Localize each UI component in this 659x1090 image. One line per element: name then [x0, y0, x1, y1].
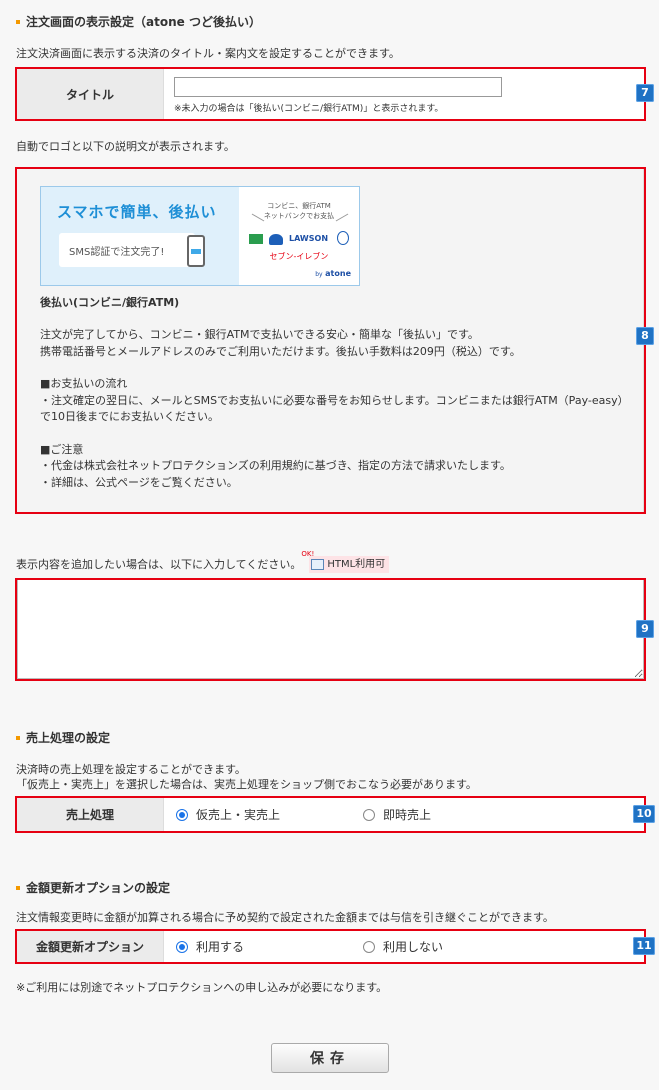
- highlight-box-11: [15, 929, 646, 964]
- extra-desc-text: 表示内容を追加したい場合は、以下に入力してください。: [16, 558, 302, 571]
- bullet-square-icon: [16, 885, 20, 890]
- section-title-text: 金額更新オプションの設定: [26, 881, 171, 895]
- extra-content-description: 表示内容を追加したい場合は、以下に入力してください。 OK! HTML利用可: [16, 550, 390, 573]
- bullet-square-icon: [16, 735, 20, 740]
- step-badge-11: 11: [633, 937, 655, 955]
- section-description: 注文決済画面に表示する決済のタイトル・案内文を設定することができます。: [16, 47, 400, 60]
- step-badge-8: 8: [636, 327, 654, 345]
- step-badge-7: 7: [636, 84, 654, 102]
- highlight-box-9: [15, 578, 646, 681]
- step-badge-10: 10: [633, 805, 655, 823]
- section-title-sales: 売上処理の設定: [16, 729, 110, 746]
- section-title-text: 売上処理の設定: [26, 731, 111, 745]
- section-title-amount-update: 金額更新オプションの設定: [16, 879, 170, 896]
- save-button[interactable]: 保存: [271, 1043, 389, 1073]
- highlight-box-10: [15, 796, 646, 833]
- step-badge-9: 9: [636, 620, 654, 638]
- html-allowed-badge: OK! HTML利用可: [301, 550, 390, 573]
- highlight-box-8: [15, 167, 646, 514]
- auto-display-description: 自動でロゴと以下の説明文が表示されます。: [16, 140, 235, 153]
- highlight-box-7: [15, 67, 646, 121]
- ok-label: OK!: [301, 550, 315, 558]
- section-title-text: 注文画面の表示設定（atone つど後払い）: [26, 15, 261, 29]
- bullet-square-icon: [16, 19, 20, 24]
- sales-description: 決済時の売上処理を設定することができます。 「仮売上・実売上」を選択した場合は、…: [16, 762, 477, 792]
- sales-desc-line: 「仮売上・実売上」を選択した場合は、実売上処理をショップ側でおこなう必要がありま…: [16, 778, 477, 791]
- sales-desc-line: 決済時の売上処理を設定することができます。: [16, 763, 246, 776]
- amount-update-description: 注文情報変更時に金額が加算される場合に予め契約で設定された金額までは与信を引き継…: [16, 911, 554, 924]
- html-allowed-text: HTML利用可: [327, 559, 386, 570]
- amount-update-note: ※ご利用には別途でネットプロテクションへの申し込みが必要になります。: [16, 981, 388, 994]
- section-title-display: 注文画面の表示設定（atone つど後払い）: [16, 13, 261, 30]
